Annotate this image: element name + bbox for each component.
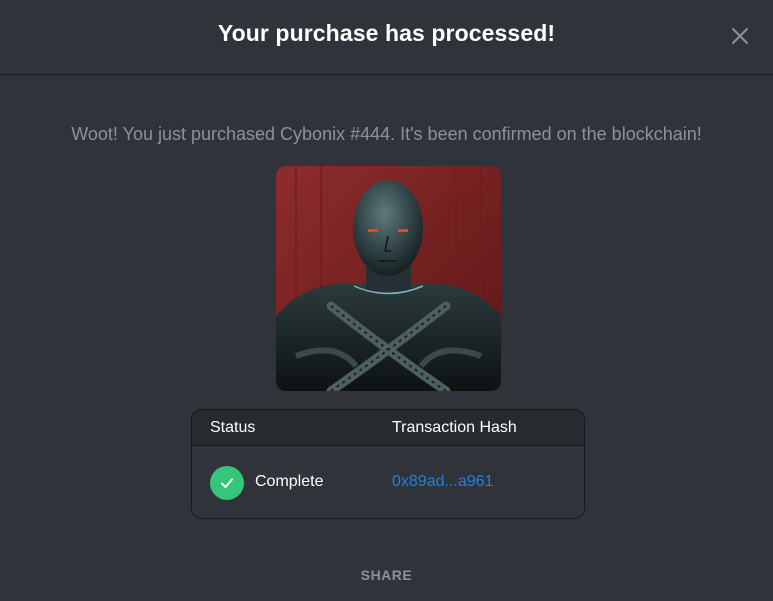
status-column-header: Status — [210, 419, 256, 436]
checkmark-icon — [210, 466, 244, 500]
transaction-hash-link[interactable]: 0x89ad...a961 — [392, 473, 493, 491]
nft-image — [276, 166, 501, 391]
hash-column-header: Transaction Hash — [392, 419, 517, 436]
close-button[interactable] — [726, 22, 754, 50]
modal-header: Your purchase has processed! — [0, 0, 773, 75]
table-header: Status Transaction Hash — [192, 410, 584, 446]
status-value: Complete — [255, 473, 324, 490]
share-button[interactable]: SHARE — [0, 567, 773, 583]
modal-title: Your purchase has processed! — [217, 20, 556, 46]
close-icon — [732, 28, 748, 44]
table-row: Complete 0x89ad...a961 — [192, 446, 584, 518]
purchase-success-modal: Your purchase has processed! Woot! You j… — [0, 0, 773, 601]
purchase-message: Woot! You just purchased Cybonix #444. I… — [71, 124, 702, 144]
transaction-table: Status Transaction Hash Complete 0x89ad.… — [191, 409, 585, 519]
